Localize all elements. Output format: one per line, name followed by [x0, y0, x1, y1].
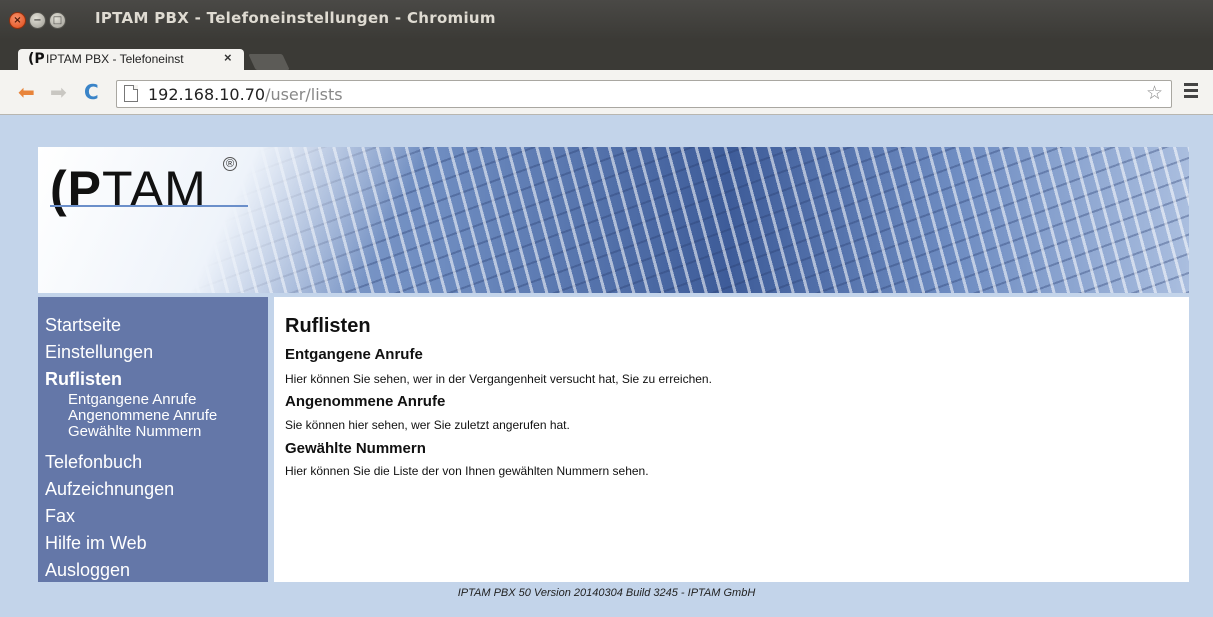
sidebar-item-ruflisten[interactable]: Ruflisten: [45, 368, 122, 390]
minimize-icon: −: [33, 15, 42, 26]
sidebar-subitem-gewaehlte[interactable]: Gewählte Nummern: [68, 424, 201, 440]
tab-strip: (P IPTAM PBX - Telefoneinst ×: [0, 40, 1213, 70]
back-arrow-icon[interactable]: ⬅: [18, 82, 35, 102]
sidebar-item-hilfe[interactable]: Hilfe im Web: [45, 532, 147, 554]
sidebar-subitem-angenommene[interactable]: Angenommene Anrufe: [68, 408, 217, 424]
sidebar-nav: Startseite Einstellungen Ruflisten Entga…: [38, 297, 268, 582]
favicon-icon: (P: [28, 51, 45, 67]
tab-label: IPTAM PBX - Telefoneinst: [46, 52, 184, 66]
new-tab-button[interactable]: [248, 54, 290, 70]
section-text: Hier können Sie sehen, wer in der Vergan…: [285, 372, 712, 386]
tab-close-icon[interactable]: ×: [224, 50, 232, 65]
section-text: Sie können hier sehen, wer Sie zuletzt a…: [285, 418, 570, 432]
address-bar[interactable]: 192.168.10.70/user/lists ☆: [116, 80, 1172, 108]
tab-iptam[interactable]: (P IPTAM PBX - Telefoneinst ×: [18, 49, 244, 70]
url-text[interactable]: 192.168.10.70/user/lists: [148, 85, 343, 104]
maximize-icon: □: [52, 15, 63, 26]
forward-arrow-icon[interactable]: ➡: [50, 82, 67, 102]
page-title: Ruflisten: [285, 315, 371, 337]
bookmark-star-icon[interactable]: ☆: [1146, 82, 1163, 105]
window-minimize-button[interactable]: −: [29, 12, 46, 29]
window-titlebar: × − □ IPTAM PBX - Telefoneinstellungen -…: [0, 0, 1213, 40]
sidebar-item-telefonbuch[interactable]: Telefonbuch: [45, 451, 142, 473]
window-title: IPTAM PBX - Telefoneinstellungen - Chrom…: [95, 9, 496, 27]
registered-mark: ®: [223, 157, 237, 171]
sidebar-item-einstellungen[interactable]: Einstellungen: [45, 341, 153, 363]
window-close-button[interactable]: ×: [9, 12, 26, 29]
section-heading: Gewählte Nummern: [285, 440, 426, 457]
sidebar-subitem-entgangene[interactable]: Entgangene Anrufe: [68, 392, 196, 408]
section-heading: Angenommene Anrufe: [285, 393, 446, 410]
url-path: /user/lists: [265, 85, 343, 104]
main-content: Ruflisten Entgangene Anrufe Hier können …: [274, 297, 1189, 582]
logo-underline: [50, 205, 248, 207]
footer-version: IPTAM PBX 50 Version 20140304 Build 3245…: [457, 587, 756, 599]
url-host: 192.168.10.70: [148, 85, 266, 104]
sidebar-item-startseite[interactable]: Startseite: [45, 314, 121, 336]
hamburger-menu-icon[interactable]: [1184, 83, 1198, 101]
sidebar-item-ausloggen[interactable]: Ausloggen: [45, 559, 130, 581]
close-icon: ×: [13, 15, 22, 26]
sidebar-item-aufzeichnungen[interactable]: Aufzeichnungen: [45, 478, 174, 500]
reload-icon[interactable]: C: [84, 82, 99, 102]
browser-toolbar: ⬅ ➡ C 192.168.10.70/user/lists ☆: [0, 70, 1213, 115]
window-maximize-button[interactable]: □: [49, 12, 66, 29]
sidebar-item-fax[interactable]: Fax: [45, 505, 75, 527]
header-banner: (PTAM ®: [38, 147, 1189, 293]
section-heading: Entgangene Anrufe: [285, 346, 423, 363]
iptam-logo: (PTAM: [50, 161, 207, 217]
section-text: Hier können Sie die Liste der von Ihnen …: [285, 464, 649, 478]
page-icon: [124, 85, 138, 102]
